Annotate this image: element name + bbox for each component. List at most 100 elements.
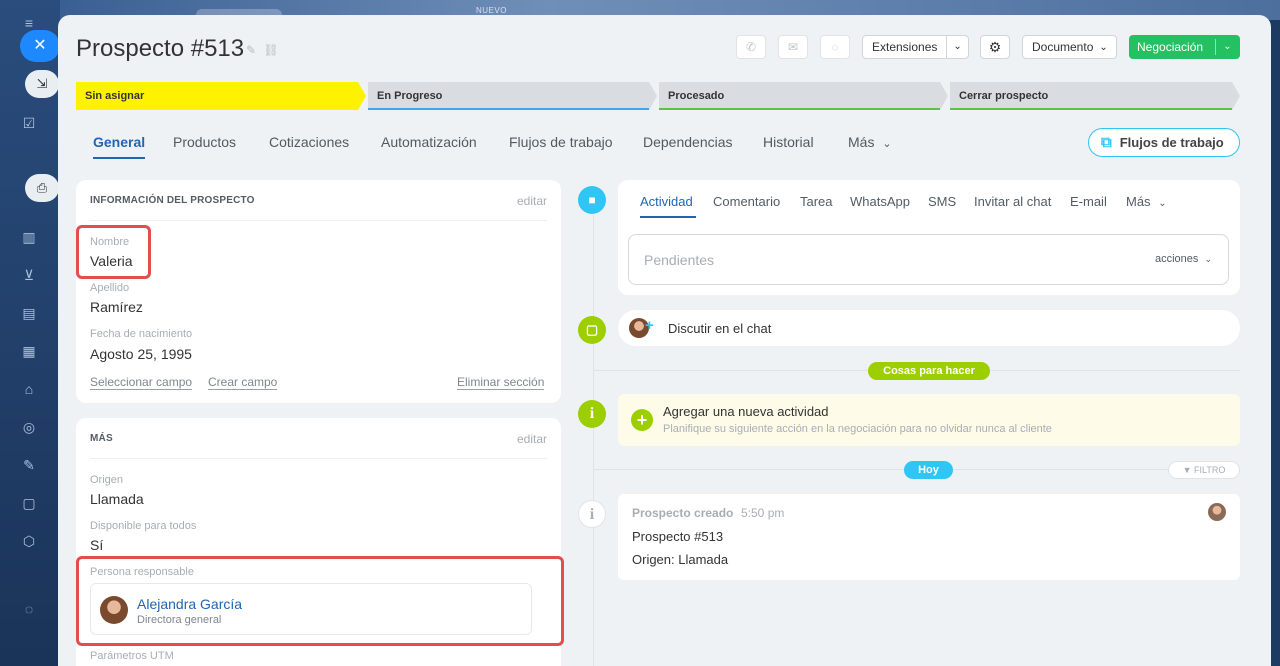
field-label: Parámetros UTM [90,650,174,662]
tab-activity[interactable]: Actividad [640,194,693,209]
doc-icon[interactable]: ▢ [20,494,38,512]
tab-products[interactable]: Productos [173,134,236,150]
new-activity-subtitle: Planifique su siguiente acción en la neg… [663,423,1052,435]
chart-icon[interactable]: ▥ [20,228,38,246]
edit-link[interactable]: editar [517,432,547,446]
new-label: NUEVO [476,6,507,15]
chat-discuss[interactable]: + Discutir en el chat [618,310,1240,346]
calendar-icon[interactable]: ▦ [20,342,38,360]
tab-comment[interactable]: Comentario [713,194,780,209]
lead-info-card: INFORMACIÓN DEL PROSPECTO editar Nombre … [76,180,561,403]
chevron-down-icon: ⌄ [1099,41,1108,53]
tab-history[interactable]: Historial [763,134,814,150]
stage-bar: Sin asignar En Progreso Procesado Cerrar… [76,82,1240,110]
cart-icon[interactable]: ⊻ [20,266,38,284]
field-value[interactable]: Llamada [90,491,144,507]
actions-dropdown[interactable]: acciones ⌄ [1155,253,1212,265]
tab-email[interactable]: E-mail [1070,194,1107,209]
create-field-link[interactable]: Crear campo [208,376,278,390]
box-icon[interactable]: ⬡ [20,532,38,550]
new-activity-title: Agregar una nueva actividad [663,404,829,419]
minimize-icon[interactable]: ⇲ [25,70,59,98]
pending-input[interactable]: Pendientes acciones ⌄ [628,234,1229,285]
avatar [1208,503,1226,521]
filter-button[interactable]: ▼ FILTRO [1168,461,1240,479]
chat-icon[interactable]: ◌ [820,35,850,59]
field-label: Origen [90,474,124,486]
delete-section-link[interactable]: Eliminar sección [457,376,545,390]
todo-badge: Cosas para hacer [868,362,990,380]
field-value[interactable]: Ramírez [90,299,143,315]
activity-editor: Actividad Comentario Tarea WhatsApp SMS … [618,180,1240,295]
chevron-down-icon: ⌄ [946,36,968,58]
info-icon: i [578,500,606,528]
event-line: Prospecto #513 [632,529,724,544]
stage-unassigned[interactable]: Sin asignar [76,82,366,110]
highlight-name [76,225,151,279]
event-title: Prospecto creado [632,506,734,520]
extensions-button[interactable]: Extensiones ⌄ [862,35,969,59]
stage-in-progress[interactable]: En Progreso [368,82,657,110]
chevron-down-icon: ⌄ [1204,254,1212,264]
workflow-icon: ⧉ [1101,134,1112,151]
deal-button[interactable]: Negociación ⌄ [1129,35,1240,59]
select-field-link[interactable]: Seleccionar campo [90,376,193,390]
pencil-icon[interactable]: ✎ [246,43,256,57]
chevron-down-icon: ⌄ [1158,198,1167,209]
target-icon[interactable]: ◎ [20,418,38,436]
globe-icon[interactable]: ◌ [20,600,38,618]
mail-icon[interactable]: ✉ [778,35,808,59]
document-button[interactable]: Documento ⌄ [1022,35,1117,59]
tab-whatsapp[interactable]: WhatsApp [850,194,910,209]
tab-sms[interactable]: SMS [928,194,956,209]
workflows-button[interactable]: ⧉ Flujos de trabajo [1088,128,1240,157]
tab-invite-chat[interactable]: Invitar al chat [974,194,1051,209]
stage-processed[interactable]: Procesado [659,82,948,110]
tab-workflows[interactable]: Flujos de trabajo [509,134,613,150]
chevron-down-icon: ⌄ [882,138,892,150]
field-label: Disponible para todos [90,520,197,532]
tab-activity-more[interactable]: Más ⌄ [1126,194,1167,209]
close-slider-button[interactable]: ✕ [20,30,60,62]
highlight-responsible [76,556,564,646]
event-line: Origen: Llamada [632,552,729,567]
plus-icon: + [645,317,654,334]
field-value[interactable]: Sí [90,537,103,553]
tab-automation[interactable]: Automatización [381,134,477,150]
filter-icon: ▼ [1182,465,1192,475]
tab-task[interactable]: Tarea [800,194,833,209]
field-value[interactable]: Agosto 25, 1995 [90,346,192,362]
chat-icon: ▢ [578,316,606,344]
tab-quotes[interactable]: Cotizaciones [269,134,349,150]
chat-bubble-icon: ■ [578,186,606,214]
field-label: Fecha de nacimiento [90,328,193,340]
stage-close[interactable]: Cerrar prospecto [950,82,1240,110]
chevron-down-icon: ⌄ [1215,39,1239,55]
link-icon[interactable]: ⛓ [263,43,278,57]
edit-link[interactable]: editar [517,194,547,208]
tab-dependencies[interactable]: Dependencias [643,134,733,150]
field-label: Apellido [90,282,130,294]
new-activity-card[interactable]: + Agregar una nueva actividad Planifique… [618,394,1240,446]
card-icon[interactable]: ▤ [20,304,38,322]
pen-icon[interactable]: ✎ [20,456,38,474]
check-icon[interactable]: ☑ [20,114,38,132]
lead-slider: Prospecto #513 ✎ ⛓ ✆ ✉ ◌ Extensiones ⌄ ⚙… [58,15,1271,666]
left-rail [0,0,60,666]
tab-more[interactable]: Más ⌄ [848,134,892,150]
tab-general[interactable]: General [93,134,146,159]
info-icon: i [578,400,606,428]
chat-label: Discutir en el chat [668,321,772,336]
settings-button[interactable]: ⚙ [980,35,1010,59]
add-icon: + [631,409,653,431]
page-title: Prospecto #513 [76,35,245,62]
bank-icon[interactable]: ⌂ [20,380,38,398]
event-time: 5:50 pm [741,506,785,520]
today-badge: Hoy [904,461,953,479]
title-tools: ✎ ⛓ [246,43,279,57]
phone-icon[interactable]: ✆ [736,35,766,59]
print-icon[interactable]: ⎙ [25,174,59,202]
section-title: INFORMACIÓN DEL PROSPECTO [90,195,255,206]
pending-placeholder: Pendientes [644,252,715,268]
event-card: Prospecto creado 5:50 pm Prospecto #513 … [618,494,1240,580]
